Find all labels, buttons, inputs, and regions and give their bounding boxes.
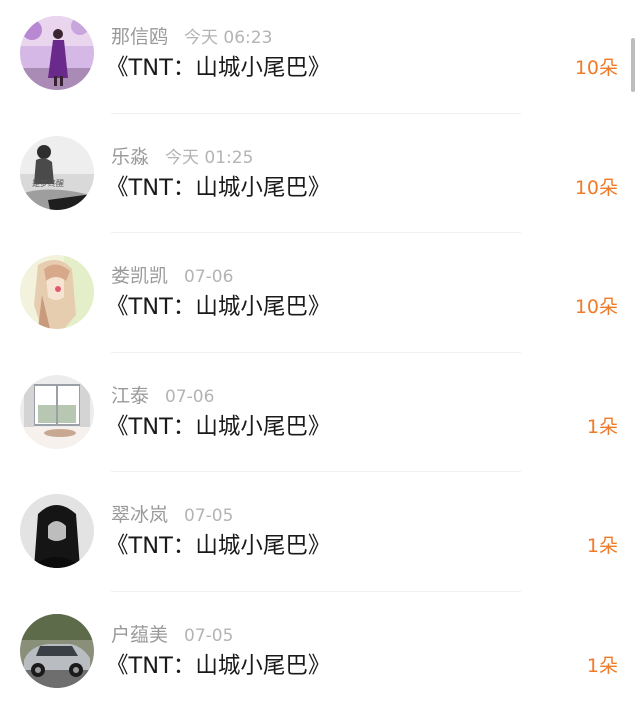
avatar[interactable] xyxy=(20,494,94,568)
flower-count: 1朵 xyxy=(587,413,618,441)
timestamp: 07-05 xyxy=(184,626,233,646)
timestamp: 今天 01:25 xyxy=(165,148,253,168)
book-title[interactable]: 《TNT：山城小尾巴》 xyxy=(106,650,330,682)
grayscale-portrait-icon: 是梦终醒 xyxy=(20,136,94,210)
timestamp: 07-06 xyxy=(165,387,214,407)
book-title[interactable]: 《TNT：山城小尾巴》 xyxy=(106,172,330,204)
bedroom-window-icon xyxy=(20,375,94,449)
user-name[interactable]: 乐淼 xyxy=(111,146,149,168)
flower-count: 10朵 xyxy=(575,54,618,82)
divider xyxy=(111,232,521,233)
illustrated-girl-icon xyxy=(20,255,94,329)
flower-count: 10朵 xyxy=(575,293,618,321)
timestamp: 07-06 xyxy=(184,267,233,287)
avatar[interactable] xyxy=(20,614,94,688)
book-title[interactable]: 《TNT：山城小尾巴》 xyxy=(106,411,330,443)
timestamp: 今天 06:23 xyxy=(184,28,272,48)
list-item[interactable]: 那信鸥今天 06:23 《TNT：山城小尾巴》 10朵 xyxy=(0,0,640,120)
flower-count: 1朵 xyxy=(587,652,618,680)
list-item[interactable]: 江泰 07-06 《TNT：山城小尾巴》 1朵 xyxy=(0,359,640,479)
avatar-caption: 是梦终醒 xyxy=(32,178,64,188)
silver-car-icon xyxy=(20,614,94,688)
avatar[interactable] xyxy=(20,255,94,329)
scrollbar[interactable] xyxy=(631,38,635,92)
user-name[interactable]: 户蕴美 xyxy=(111,624,168,646)
entry-meta: 娄凯凯 07-06 xyxy=(111,264,233,288)
user-name[interactable]: 娄凯凯 xyxy=(111,265,168,287)
divider xyxy=(111,471,521,472)
divider xyxy=(111,113,521,114)
list-item[interactable]: 娄凯凯 07-06 《TNT：山城小尾巴》 10朵 xyxy=(0,239,640,359)
woman-in-purple-dress-icon xyxy=(20,16,94,90)
avatar[interactable]: 是梦终醒 xyxy=(20,136,94,210)
entry-meta: 江泰 07-06 xyxy=(111,384,214,408)
entry-meta: 那信鸥今天 06:23 xyxy=(111,25,272,49)
timestamp: 07-05 xyxy=(184,506,233,526)
entry-meta: 户蕴美 07-05 xyxy=(111,623,233,647)
divider xyxy=(111,591,521,592)
book-title[interactable]: 《TNT：山城小尾巴》 xyxy=(106,530,330,562)
avatar[interactable] xyxy=(20,16,94,90)
list-item[interactable]: 是梦终醒 乐淼今天 01:25 《TNT：山城小尾巴》 10朵 xyxy=(0,120,640,240)
gift-list: 那信鸥今天 06:23 《TNT：山城小尾巴》 10朵 是梦终醒 乐淼今天 01… xyxy=(0,0,640,717)
entry-meta: 翠冰岚 07-05 xyxy=(111,503,233,527)
book-title[interactable]: 《TNT：山城小尾巴》 xyxy=(106,52,330,84)
avatar[interactable] xyxy=(20,375,94,449)
entry-meta: 乐淼今天 01:25 xyxy=(111,145,253,169)
flower-count: 10朵 xyxy=(575,174,618,202)
user-name[interactable]: 翠冰岚 xyxy=(111,504,168,526)
user-name[interactable]: 江泰 xyxy=(111,385,149,407)
list-item[interactable]: 户蕴美 07-05 《TNT：山城小尾巴》 1朵 xyxy=(0,598,640,717)
list-item[interactable]: 翠冰岚 07-05 《TNT：山城小尾巴》 1朵 xyxy=(0,478,640,598)
user-name[interactable]: 那信鸥 xyxy=(111,26,168,48)
dark-hair-portrait-icon xyxy=(20,494,94,568)
book-title[interactable]: 《TNT：山城小尾巴》 xyxy=(106,291,330,323)
flower-count: 1朵 xyxy=(587,532,618,560)
divider xyxy=(111,352,521,353)
